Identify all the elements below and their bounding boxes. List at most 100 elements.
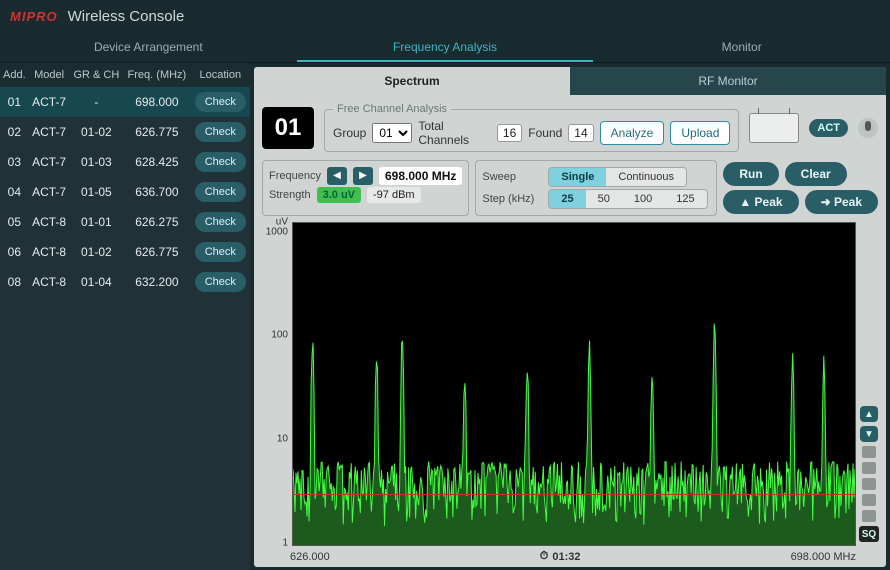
table-row[interactable]: 02ACT-701-02626.775Check [0,117,250,147]
total-channels-label: Total Channels [418,119,491,147]
spectrum-chart: uV 1000 100 10 1 ▲ ▼ SQ [254,222,886,548]
col-freq: Freq. (MHz) [123,63,190,87]
cell-model: ACT-7 [29,147,70,177]
strength-label: Strength [269,189,311,201]
check-button[interactable]: Check [195,152,246,172]
free-channel-analysis-group: Free Channel Analysis Group 01 Total Cha… [324,103,739,152]
col-model: Model [29,63,70,87]
group-label: Group [333,126,366,140]
clear-button[interactable]: Clear [785,162,847,186]
check-button[interactable]: Check [195,242,246,262]
spectrum-plot[interactable] [292,222,856,546]
step-25[interactable]: 25 [549,190,585,208]
table-row[interactable]: 01ACT-7-698.000Check [0,87,250,117]
ytick-1000: 1000 [266,226,288,237]
cell-add: 02 [0,117,29,147]
x-min: 626.000 [290,551,330,563]
receiver-icon [749,113,799,143]
frequency-value: 698.000 MHz [379,167,462,185]
cell-freq: 628.425 [123,147,190,177]
analysis-panel: Spectrum RF Monitor 01 Free Channel Anal… [254,67,886,567]
ytick-1: 1 [282,537,288,548]
cell-freq: 636.700 [123,177,190,207]
subtab-spectrum[interactable]: Spectrum [254,67,570,95]
cell-grch: 01-05 [70,177,124,207]
freq-next-button[interactable]: ▶ [353,167,373,185]
sub-tabs: Spectrum RF Monitor [254,67,886,95]
cell-freq: 626.775 [123,117,190,147]
tab-monitor[interactable]: Monitor [593,32,890,62]
cell-model: ACT-7 [29,117,70,147]
sweep-label: Sweep [482,171,542,183]
marker-slot[interactable] [862,462,876,474]
tab-device-arrangement[interactable]: Device Arrangement [0,32,297,62]
check-button[interactable]: Check [195,122,246,142]
sweep-continuous[interactable]: Continuous [606,168,686,186]
check-button[interactable]: Check [195,212,246,232]
cell-freq: 626.775 [123,237,190,267]
check-button[interactable]: Check [195,92,246,112]
cell-model: ACT-8 [29,267,70,297]
cell-add: 08 [0,267,29,297]
device-list-panel: Add. Model GR & CH Freq. (MHz) Location … [0,63,250,570]
marker-slot[interactable] [862,494,876,506]
cell-add: 01 [0,87,29,117]
col-grch: GR & CH [70,63,124,87]
marker-slot[interactable] [862,510,876,522]
strength-dbm: -97 dBm [367,187,421,203]
cell-grch: 01-01 [70,207,124,237]
main-tabs: Device Arrangement Frequency Analysis Mo… [0,32,890,63]
cell-freq: 626.275 [123,207,190,237]
cell-add: 06 [0,237,29,267]
cell-add: 05 [0,207,29,237]
toolbar: 01 Free Channel Analysis Group 01 Total … [254,95,886,160]
device-table: Add. Model GR & CH Freq. (MHz) Location … [0,63,250,297]
threshold-line [293,494,855,495]
sweep-single[interactable]: Single [549,168,606,186]
found-label: Found [528,126,562,140]
upload-button[interactable]: Upload [670,121,730,145]
marker-slot[interactable] [862,478,876,490]
subtab-rf-monitor[interactable]: RF Monitor [570,67,886,95]
step-125[interactable]: 125 [664,190,706,208]
table-row[interactable]: 08ACT-801-04632.200Check [0,267,250,297]
freq-prev-button[interactable]: ◀ [327,167,347,185]
table-row[interactable]: 04ACT-701-05636.700Check [0,177,250,207]
step-50[interactable]: 50 [586,190,622,208]
ytick-10: 10 [277,434,288,445]
current-channel-box: 01 [262,107,314,149]
table-row[interactable]: 05ACT-801-01626.275Check [0,207,250,237]
check-button[interactable]: Check [195,182,246,202]
cell-grch: - [70,87,124,117]
table-row[interactable]: 06ACT-801-02626.775Check [0,237,250,267]
cell-model: ACT-7 [29,177,70,207]
cell-model: ACT-8 [29,207,70,237]
peak-next-button[interactable]: ➜ Peak [805,190,878,214]
scroll-down-button[interactable]: ▼ [860,426,878,442]
step-size-segment: 25 50 100 125 [548,189,707,209]
run-button[interactable]: Run [723,162,778,186]
step-100[interactable]: 100 [622,190,664,208]
clock-icon: ⏱ [540,550,549,563]
total-channels-value: 16 [497,124,522,142]
analyze-button[interactable]: Analyze [600,121,665,145]
cell-model: ACT-7 [29,87,70,117]
peak-up-button[interactable]: ▲ Peak [723,190,798,214]
tab-frequency-analysis[interactable]: Frequency Analysis [297,32,594,62]
title-bar: MIPRO Wireless Console [0,0,890,32]
cell-add: 04 [0,177,29,207]
sweep-mode-segment: Single Continuous [548,167,687,187]
marker-slot[interactable] [862,446,876,458]
x-axis: 626.000 ⏱ 01:32 698.000 MHz [254,548,886,567]
elapsed-time: ⏱ 01:32 [540,550,581,563]
cell-grch: 01-03 [70,147,124,177]
fca-legend: Free Channel Analysis [333,103,451,115]
cell-model: ACT-8 [29,237,70,267]
group-select[interactable]: 01 [372,123,412,143]
brand-logo: MIPRO [10,9,58,24]
scroll-up-button[interactable]: ▲ [860,406,878,422]
check-button[interactable]: Check [195,272,246,292]
sq-indicator: SQ [859,526,879,542]
col-add: Add. [0,63,29,87]
table-row[interactable]: 03ACT-701-03628.425Check [0,147,250,177]
